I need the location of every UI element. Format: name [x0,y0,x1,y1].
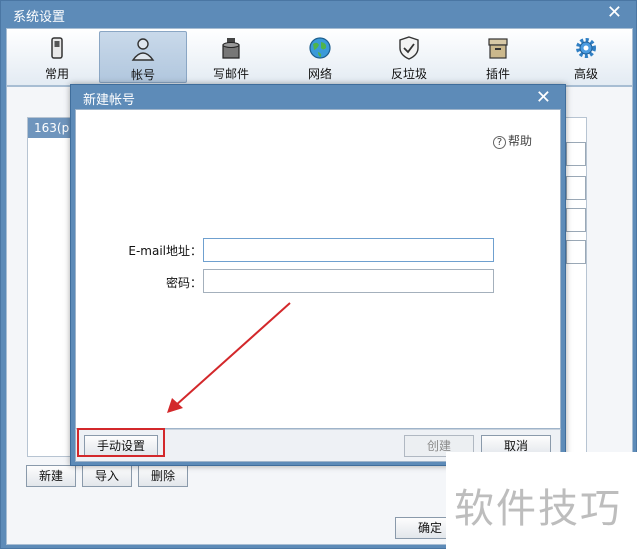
globe-icon [276,35,364,63]
delete-account-button[interactable]: 删除 [138,465,188,487]
watermark: 软件技巧 [446,452,637,549]
tab-plugins-label: 插件 [485,67,510,81]
shield-icon [365,35,453,63]
tab-advanced-label: 高级 [573,67,598,81]
password-input[interactable] [203,269,494,293]
tab-general-label: 常用 [44,67,69,81]
tab-plugins[interactable]: 插件 [454,31,542,83]
ink-bottle-icon [187,35,275,63]
box-icon [454,35,542,63]
import-account-button[interactable]: 导入 [82,465,132,487]
tab-antispam[interactable]: 反垃圾 [365,31,453,83]
tab-network-label: 网络 [307,67,332,81]
dialog-body: ? 帮助 E-mail地址： 密码： [75,109,561,429]
help-label: 帮助 [507,134,532,148]
settings-toolbar: 常用 帐号 写邮件 网络 反垃圾 插件 高级 [6,28,633,86]
tab-antispam-label: 反垃圾 [390,67,427,81]
tab-account-label: 帐号 [130,68,155,82]
phone-icon [13,35,101,63]
tab-account[interactable]: 帐号 [99,31,187,83]
email-label: E-mail地址： [128,244,202,258]
tab-compose-label: 写邮件 [212,67,249,81]
help-link[interactable]: ? 帮助 [492,132,532,149]
help-icon: ? [492,136,506,149]
gear-icon [542,35,630,63]
detail-field[interactable] [566,208,586,232]
tab-advanced[interactable]: 高级 [542,31,630,83]
dialog-title: 新建帐号 [83,93,136,108]
manual-setup-highlight [77,428,165,457]
watermark-text: 软件技巧 [454,486,622,532]
tab-network[interactable]: 网络 [276,31,364,83]
tab-general[interactable]: 常用 [13,31,101,83]
user-icon [100,36,186,64]
password-label: 密码： [165,276,202,290]
email-input[interactable] [203,238,494,262]
tab-compose[interactable]: 写邮件 [187,31,275,83]
dialog-close-icon[interactable]: ✕ [536,87,551,108]
detail-field[interactable] [566,240,586,264]
new-account-dialog: 新建帐号 ✕ ? 帮助 E-mail地址： 密码： 手动设置 创建 取消 [70,84,566,466]
window-close-icon[interactable]: ✕ [607,4,622,22]
window-title: 系统设置 [13,10,66,25]
detail-field[interactable] [566,176,586,200]
detail-field[interactable] [566,142,586,166]
new-account-button[interactable]: 新建 [26,465,76,487]
